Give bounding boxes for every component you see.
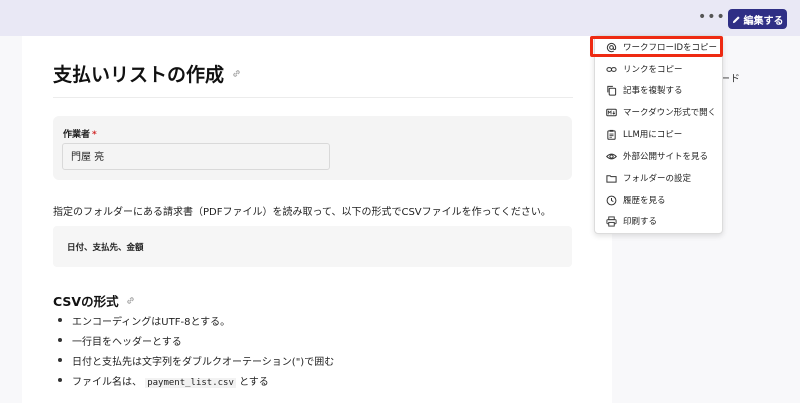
menu-item-print[interactable]: 印刷する xyxy=(595,211,722,231)
page-title: 支払いリストの作成 xyxy=(53,60,242,87)
top-bar xyxy=(0,0,800,36)
menu-item-duplicate[interactable]: 記事を複製する xyxy=(595,80,722,100)
bullet-dot xyxy=(58,318,62,322)
link-icon xyxy=(605,63,617,75)
duplicate-icon xyxy=(605,84,617,96)
instruction-text: 指定のフォルダーにある請求書（PDFファイル）を読み取って、以下の形式でCSVフ… xyxy=(53,207,551,218)
menu-item-label: LLM用にコピー xyxy=(623,130,683,140)
list-item-text: ファイル名は、 payment_list.csv とする xyxy=(72,373,269,388)
left-gutter xyxy=(0,36,22,403)
title-divider xyxy=(53,97,573,98)
highlight-box xyxy=(590,36,723,57)
pencil-icon xyxy=(732,15,740,23)
list-item-suffix: とする xyxy=(239,377,269,388)
clipboard-icon xyxy=(605,128,617,140)
menu-item-label: マークダウン形式で開く xyxy=(623,108,717,118)
author-label-text: 作業者 xyxy=(63,130,91,140)
section-heading-text: CSVの形式 xyxy=(53,294,119,309)
menu-item-label: リンクをコピー xyxy=(623,65,683,75)
sidebar-partial-text: ード xyxy=(720,74,740,85)
menu-item-label: 履歴を見る xyxy=(623,196,666,206)
author-input[interactable]: 門屋 亮 xyxy=(62,143,330,170)
menu-item-open-markdown[interactable]: マークダウン形式で開く xyxy=(595,102,722,122)
menu-item-folder-settings[interactable]: フォルダーの設定 xyxy=(595,168,722,188)
bullet-dot xyxy=(58,358,62,362)
section-heading: CSVの形式 xyxy=(53,291,136,310)
link-icon[interactable] xyxy=(125,295,136,306)
menu-item-copy-link[interactable]: リンクをコピー xyxy=(595,59,722,79)
menu-item-history[interactable]: 履歴を見る xyxy=(595,190,722,210)
list-item-text: 一行目をヘッダーとする xyxy=(72,337,182,348)
more-options-menu: ワークフローIDをコピー リンクをコピー 記事を複製する マークダウン形式で開く… xyxy=(594,35,723,234)
menu-item-label: 印刷する xyxy=(623,217,658,227)
more-options-button[interactable]: ••• xyxy=(698,9,725,27)
menu-item-view-public-site[interactable]: 外部公開サイトを見る xyxy=(595,146,722,166)
required-mark: * xyxy=(92,130,97,140)
link-icon[interactable] xyxy=(231,68,242,79)
menu-item-label: 外部公開サイトを見る xyxy=(623,152,709,162)
menu-item-label: フォルダーの設定 xyxy=(623,174,692,184)
edit-button[interactable]: 編集する xyxy=(728,9,787,29)
menu-item-copy-for-llm[interactable]: LLM用にコピー xyxy=(595,124,722,144)
page-title-text: 支払いリストの作成 xyxy=(53,64,225,86)
bullet-dot xyxy=(58,378,62,382)
list-item-prefix: ファイル名は、 xyxy=(72,377,142,388)
list-item-text: エンコーディングはUTF-8とする。 xyxy=(72,317,231,328)
folder-icon xyxy=(605,172,617,184)
edit-button-label: 編集する xyxy=(743,15,784,27)
inline-code: payment_list.csv xyxy=(145,378,236,388)
list-item-text: 日付と支払先は文字列をダブルクオーテーション(")で囲む xyxy=(72,357,335,368)
author-label: 作業者 * xyxy=(63,127,97,140)
clock-icon xyxy=(605,194,617,206)
eye-icon xyxy=(605,150,617,162)
printer-icon xyxy=(605,215,617,227)
code-block-text: 日付、支払先、金額 xyxy=(67,243,144,253)
menu-item-label: 記事を複製する xyxy=(623,86,683,96)
markdown-icon xyxy=(605,106,617,118)
bullet-dot xyxy=(58,338,62,342)
